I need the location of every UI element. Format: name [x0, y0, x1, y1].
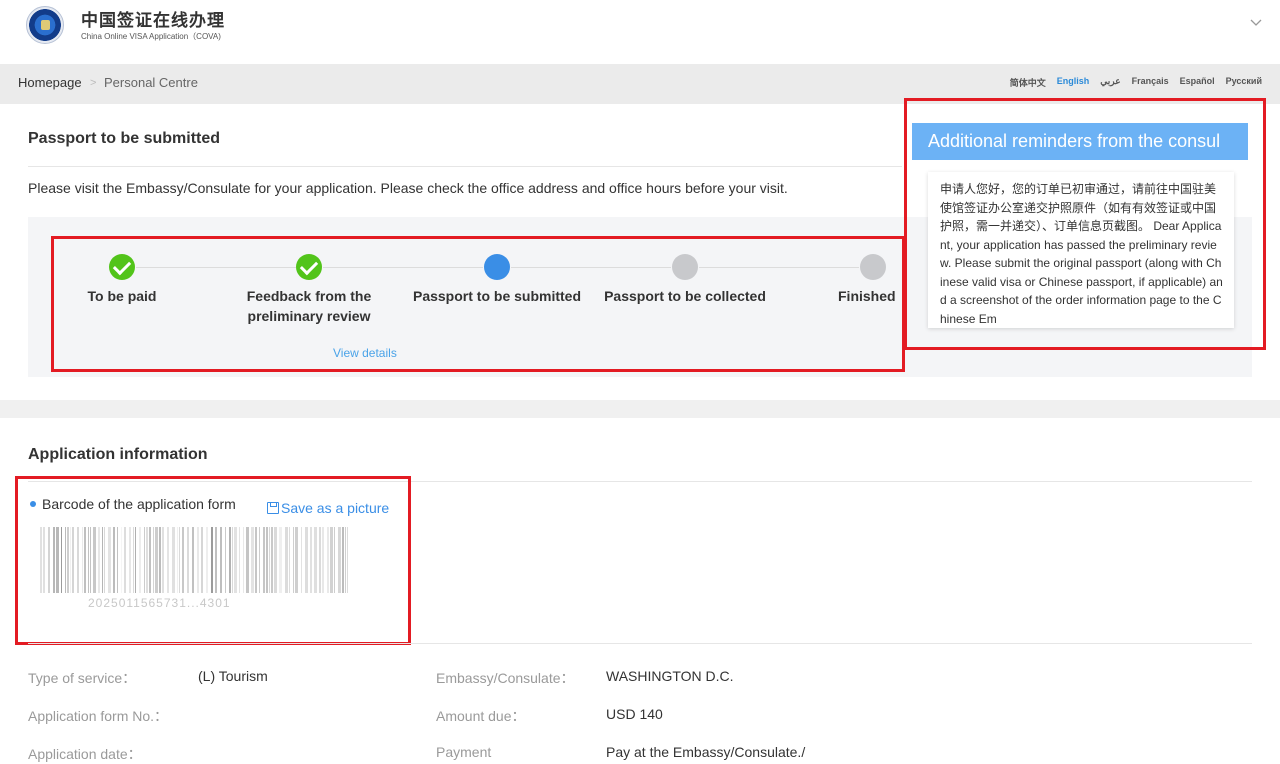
application-info-title: Application information: [28, 446, 208, 463]
breadcrumb-current: Personal Centre: [104, 75, 198, 90]
amount-due-value: USD 140: [606, 706, 663, 722]
application-date-label: Application date：: [28, 746, 142, 762]
brand-title-cn: 中国签证在线办理: [81, 11, 225, 31]
divider: [28, 643, 1252, 644]
section-gap: [0, 400, 1280, 418]
application-form-no-label: Application form No.：: [28, 708, 169, 724]
highlight-box-barcode: [15, 476, 411, 645]
status-message: Please visit the Embassy/Consulate for y…: [28, 180, 788, 196]
breadcrumb-home-link[interactable]: Homepage: [18, 75, 82, 90]
top-bar: 中国签证在线办理 China Online VISA Application（C…: [0, 0, 1280, 64]
type-of-service-label: Type of service：: [28, 670, 137, 686]
highlight-box-steps: [51, 236, 905, 372]
status-title: Passport to be submitted: [28, 130, 221, 147]
brand-title-en: China Online VISA Application（COVA): [81, 32, 221, 41]
language-switcher: 简体中文 English عربي Français Español Русск…: [1010, 76, 1262, 89]
lang-ar[interactable]: عربي: [1100, 76, 1120, 89]
consulate-logo-icon[interactable]: [26, 6, 64, 44]
lang-ru[interactable]: Русский: [1226, 76, 1262, 89]
payment-value: Pay at the Embassy/Consulate./: [606, 744, 806, 760]
embassy-label: Embassy/Consulate：: [436, 670, 575, 686]
lang-es[interactable]: Español: [1180, 76, 1215, 89]
chevron-down-icon[interactable]: [1250, 14, 1262, 30]
type-of-service-value: (L) Tourism: [198, 668, 268, 684]
payment-label: Payment: [436, 744, 492, 760]
embassy-value: WASHINGTON D.C.: [606, 668, 734, 684]
lang-zh[interactable]: 简体中文: [1010, 76, 1046, 89]
amount-due-label: Amount due：: [436, 708, 526, 724]
lang-fr[interactable]: Français: [1132, 76, 1169, 89]
divider: [28, 166, 902, 167]
breadcrumb-separator: >: [90, 77, 97, 89]
lang-en[interactable]: English: [1057, 76, 1090, 89]
highlight-box-reminder: [904, 98, 1266, 350]
